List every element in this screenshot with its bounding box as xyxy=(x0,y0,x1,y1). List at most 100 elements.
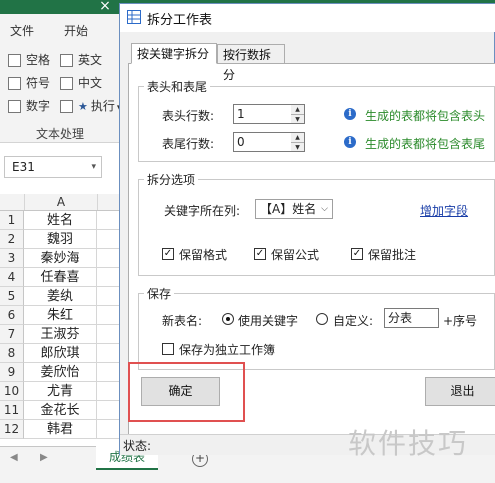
row-header[interactable]: 12 xyxy=(0,420,24,439)
table-cell-empty[interactable] xyxy=(97,211,120,230)
table-cell[interactable]: 秦妙海 xyxy=(24,249,97,268)
dialog-app-icon xyxy=(127,10,141,24)
table-cell[interactable]: 郎欣琪 xyxy=(24,344,97,363)
keep-formula-checkbox[interactable]: ✓ xyxy=(254,248,266,260)
save-independent-label[interactable]: 保存为独立工作簿 xyxy=(179,341,275,358)
checkbox-space[interactable]: 空格 xyxy=(8,51,50,68)
header-footer-group-title: 表头和表尾 xyxy=(144,78,211,95)
checkbox-chinese-label: 中文 xyxy=(78,76,103,90)
footer-rows-spinner[interactable]: ▲ ▼ xyxy=(291,132,305,152)
use-keyword-label[interactable]: 使用关键字 xyxy=(238,312,298,329)
checkbox-chinese[interactable]: 中文 xyxy=(60,74,102,91)
custom-name-input[interactable]: 分表 xyxy=(384,308,439,328)
tab-split-by-rows[interactable]: 按行数拆分 xyxy=(217,44,285,82)
row-header[interactable]: 3 xyxy=(0,249,24,268)
checkbox-box[interactable] xyxy=(8,100,21,113)
checkbox-symbol[interactable]: 符号 xyxy=(8,74,50,91)
table-cell-empty[interactable] xyxy=(97,230,120,249)
save-independent-checkbox[interactable] xyxy=(162,343,174,355)
keyword-column-label: 关键字所在列: xyxy=(164,204,241,218)
keyword-column-value: 【A】姓名 xyxy=(260,202,317,216)
checkbox-box[interactable] xyxy=(8,54,21,67)
row-header[interactable]: 9 xyxy=(0,363,24,382)
table-cell-empty[interactable] xyxy=(97,287,120,306)
table-cell[interactable]: 金花长 xyxy=(24,401,97,420)
table-cell-empty[interactable] xyxy=(97,306,120,325)
custom-name-label[interactable]: 自定义: xyxy=(333,312,373,329)
add-field-link[interactable]: 增加字段 xyxy=(420,202,468,219)
sheet-prev-icon[interactable]: ◀ xyxy=(10,452,18,463)
header-rows-spinner[interactable]: ▲ ▼ xyxy=(291,104,305,124)
watermark-text: 软件技巧 xyxy=(348,427,469,460)
row-header[interactable]: 8 xyxy=(0,344,24,363)
checkbox-box[interactable] xyxy=(60,77,73,90)
row-header[interactable]: 10 xyxy=(0,382,24,401)
checkbox-english[interactable]: 英文 xyxy=(60,51,102,68)
checkbox-box[interactable] xyxy=(8,77,21,90)
tab-split-by-keyword[interactable]: 按关键字拆分 xyxy=(131,43,217,64)
spin-down-icon[interactable]: ▼ xyxy=(291,143,304,152)
name-box[interactable]: E31 ▾ xyxy=(4,156,102,178)
row-header[interactable]: 7 xyxy=(0,325,24,344)
keep-comment-label[interactable]: 保留批注 xyxy=(368,246,416,263)
ok-button[interactable]: 确定 xyxy=(141,377,220,406)
table-cell-empty[interactable] xyxy=(97,382,120,401)
table-cell[interactable]: 任春喜 xyxy=(24,268,97,287)
checkbox-box[interactable] xyxy=(60,54,73,67)
row-header[interactable]: 1 xyxy=(0,211,24,230)
column-header-a[interactable]: A xyxy=(24,194,98,210)
checkbox-box[interactable] xyxy=(60,100,73,113)
table-cell[interactable]: 尤青 xyxy=(24,382,97,401)
execute-button[interactable]: ★执行▾ xyxy=(60,97,121,114)
use-keyword-radio[interactable] xyxy=(222,313,234,325)
row-header[interactable]: 5 xyxy=(0,287,24,306)
table-cell[interactable]: 韩君 xyxy=(24,420,97,439)
header-rows-label: 表头行数: xyxy=(162,109,215,123)
sheet-next-icon[interactable]: ▶ xyxy=(40,452,48,463)
table-cell-empty[interactable] xyxy=(97,249,120,268)
checkbox-space-label: 空格 xyxy=(26,53,51,67)
footer-hint: 生成的表都将包含表尾 xyxy=(365,137,486,151)
spin-down-icon[interactable]: ▼ xyxy=(291,115,304,124)
new-name-label: 新表名: xyxy=(162,314,203,328)
footer-rows-label: 表尾行数: xyxy=(162,137,215,151)
keep-formula-label[interactable]: 保留公式 xyxy=(271,246,319,263)
table-cell-empty[interactable] xyxy=(97,363,120,382)
table-cell-empty[interactable] xyxy=(97,401,120,420)
exit-button[interactable]: 退出 xyxy=(425,377,495,406)
table-cell-empty[interactable] xyxy=(97,268,120,287)
ribbon-tab-file[interactable]: 文件 xyxy=(10,22,34,39)
table-cell[interactable]: 姓名 xyxy=(24,211,97,230)
table-cell-empty[interactable] xyxy=(97,420,120,439)
star-icon: ★ xyxy=(78,100,88,113)
ribbon-tab-home[interactable]: 开始 xyxy=(64,22,88,39)
name-box-value: E31 xyxy=(12,160,35,174)
keep-format-checkbox[interactable]: ✓ xyxy=(162,248,174,260)
row-header[interactable]: 2 xyxy=(0,230,24,249)
checkbox-english-label: 英文 xyxy=(78,53,103,67)
sequence-suffix-label: +序号 xyxy=(443,314,478,328)
spin-up-icon[interactable]: ▲ xyxy=(291,133,304,143)
row-header[interactable]: 6 xyxy=(0,306,24,325)
table-cell[interactable]: 姜纨 xyxy=(24,287,97,306)
row-header[interactable]: 4 xyxy=(0,268,24,287)
keep-comment-checkbox[interactable]: ✓ xyxy=(351,248,363,260)
keyword-column-select[interactable]: 【A】姓名 ⌵ xyxy=(255,199,333,219)
checkbox-digit[interactable]: 数字 xyxy=(8,97,50,114)
close-icon[interactable]: × xyxy=(96,0,114,14)
table-cell[interactable]: 王淑芬 xyxy=(24,325,97,344)
execute-label: 执行 xyxy=(90,99,115,113)
chevron-down-icon: ⌵ xyxy=(321,204,328,214)
table-cell-empty[interactable] xyxy=(97,325,120,344)
table-cell-empty[interactable] xyxy=(97,344,120,363)
status-label: 状态: xyxy=(123,439,152,453)
table-cell[interactable]: 姜欣怡 xyxy=(24,363,97,382)
spin-up-icon[interactable]: ▲ xyxy=(291,105,304,115)
table-cell[interactable]: 朱红 xyxy=(24,306,97,325)
dialog-title: 拆分工作表 xyxy=(147,13,213,28)
table-cell[interactable]: 魏羽 xyxy=(24,230,97,249)
keep-format-label[interactable]: 保留格式 xyxy=(179,246,227,263)
custom-name-radio[interactable] xyxy=(316,313,328,325)
row-header[interactable]: 11 xyxy=(0,401,24,420)
header-hint: 生成的表都将包含表头 xyxy=(365,109,486,123)
